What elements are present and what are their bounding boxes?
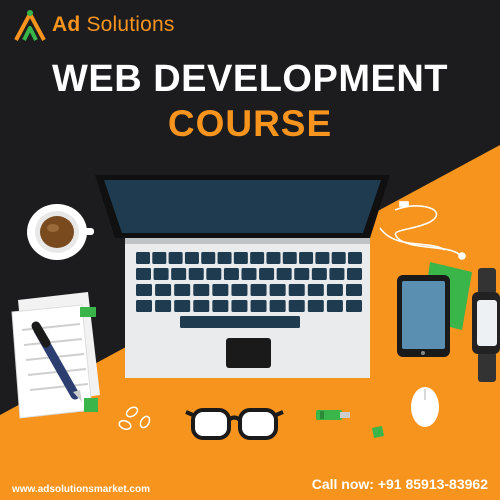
keyboard-key — [136, 300, 152, 312]
keyboard-key — [241, 268, 257, 280]
brand: Ad Solutions — [10, 8, 210, 44]
title-line2: COURSE — [167, 103, 333, 144]
keyboard-key — [212, 300, 229, 312]
keyboard-key — [250, 284, 267, 296]
keyboard-key — [193, 284, 210, 296]
keyboard-key — [266, 252, 281, 264]
laptop-icon — [95, 175, 390, 378]
brand-name-bold: Ad — [52, 13, 81, 36]
keyboard-key — [193, 300, 210, 312]
keyboard-key — [171, 268, 187, 280]
keyboard-key — [152, 252, 167, 264]
keyboard-key — [136, 284, 152, 296]
keyboard-key — [168, 252, 183, 264]
keyboard-key — [282, 252, 297, 264]
brand-name-rest: Solutions — [80, 13, 175, 36]
keyboard-key — [184, 252, 199, 264]
keyboard-key — [288, 284, 305, 296]
coffee-cup-icon — [27, 204, 94, 260]
keyboard-key — [326, 300, 343, 312]
keyboard-key — [217, 252, 232, 264]
keyboard-key — [346, 284, 362, 296]
brand-name: Ad Solutions — [52, 13, 175, 37]
keyboard-key — [276, 268, 292, 280]
keyboard-key — [269, 284, 286, 296]
mouse-icon — [411, 387, 439, 427]
keyboard-key — [299, 252, 314, 264]
poster: Ad Solutions WEB DEVELOPMENT COURSE www.… — [0, 0, 500, 500]
keyboard-key — [233, 252, 248, 264]
title-line1: WEB DEVELOPMENT — [52, 58, 448, 100]
keyboard-key — [347, 268, 362, 280]
keyboard-key — [311, 268, 327, 280]
spacebar — [180, 316, 300, 328]
website-url[interactable]: www.adsolutionsmarket.com — [12, 484, 150, 495]
keyboard-key — [259, 268, 275, 280]
keyboard-key — [250, 252, 265, 264]
keyboard-key — [174, 284, 191, 296]
touchpad — [226, 338, 271, 368]
keyboard-key — [294, 268, 310, 280]
keyboard-key — [329, 268, 345, 280]
keyboard-key — [136, 268, 151, 280]
keyboard-key — [231, 284, 248, 296]
keyboard-key — [307, 284, 324, 296]
call-now-phone[interactable]: Call now: +91 85913-83962 — [312, 476, 488, 492]
logo-icon — [14, 10, 46, 41]
keyboard-key — [201, 252, 216, 264]
keyboard-key — [153, 268, 169, 280]
keyboard-key — [315, 252, 330, 264]
keyboard-key — [188, 268, 204, 280]
keyboard-key — [223, 268, 239, 280]
keyboard-key — [331, 252, 346, 264]
keyboard-key — [269, 300, 286, 312]
keyboard-key — [206, 268, 222, 280]
keyboard-key — [155, 300, 172, 312]
keyboard-key — [346, 300, 362, 312]
keyboard-key — [250, 300, 267, 312]
keyboard-key — [155, 284, 172, 296]
keyboard-key — [212, 284, 229, 296]
keyboard-key — [348, 252, 362, 264]
keyboard-key — [136, 252, 150, 264]
keyboard-key — [174, 300, 191, 312]
keyboard-key — [288, 300, 305, 312]
keyboard-key — [326, 284, 343, 296]
keyboard-key — [231, 300, 248, 312]
keyboard-key — [307, 300, 324, 312]
